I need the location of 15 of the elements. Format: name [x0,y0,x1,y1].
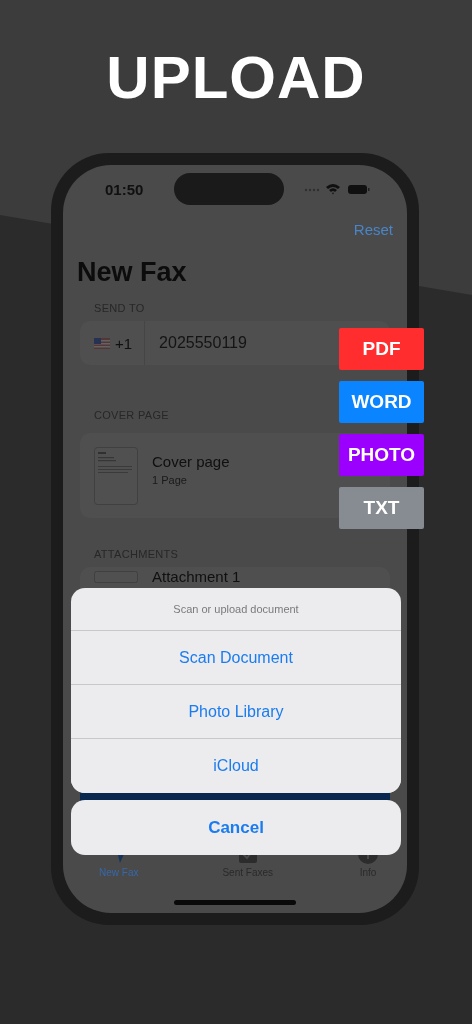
country-code: +1 [115,334,133,352]
cover-page-title: Cover page [152,453,230,470]
reset-link[interactable]: Reset [353,221,393,243]
document-thumbnail-icon [94,446,138,505]
fax-number: 2025550119 [158,334,247,352]
file-type-badge: PDF [339,328,424,370]
attachment-title: Attachment 1 [152,568,241,585]
cancel-button[interactable]: Cancel [71,800,401,855]
status-time: 01:50 [105,180,145,198]
file-type-badge: TXT [339,487,424,529]
screen-title: New Fax [76,256,188,288]
headline: UPLOAD [106,43,366,111]
file-type-badge: PHOTO [339,434,424,476]
flag-icon [94,337,110,349]
file-type-badge: WORD [339,381,424,423]
